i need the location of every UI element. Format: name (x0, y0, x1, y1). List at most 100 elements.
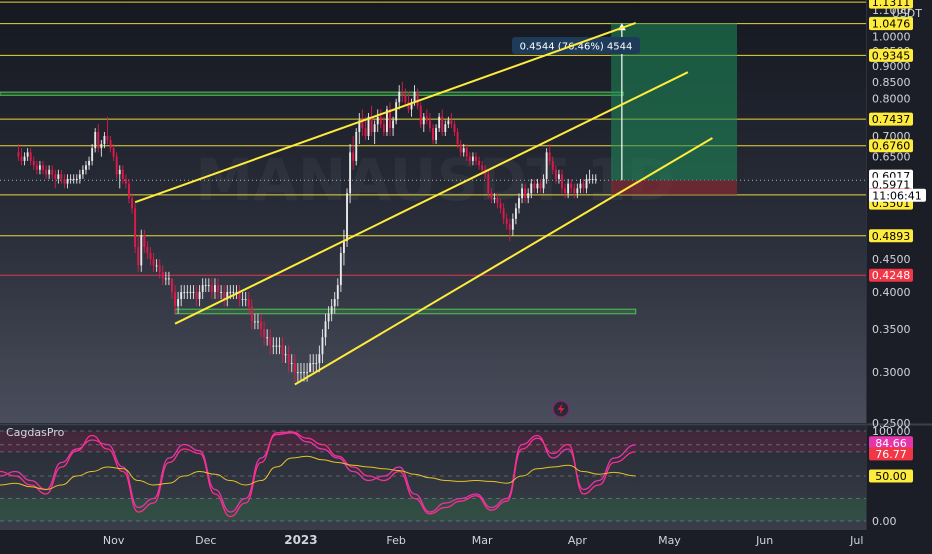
candle-body (336, 285, 339, 300)
candle-body (551, 160, 554, 170)
candle-body (579, 183, 582, 189)
candle-body (63, 178, 66, 184)
candle-body (527, 193, 530, 199)
candle-body (376, 116, 379, 125)
candle-body (278, 345, 281, 347)
candle-body (441, 116, 444, 133)
candle-body (425, 116, 428, 121)
candle-body (152, 259, 155, 266)
candle-body (134, 208, 137, 248)
candle-body (475, 156, 477, 161)
candle-body (174, 291, 176, 307)
candle-body (453, 124, 456, 133)
candle-body (75, 178, 78, 180)
candle-body (545, 152, 548, 179)
price-tick: 0.4500 (872, 253, 911, 266)
candle-body (594, 178, 597, 180)
candle-body (171, 278, 173, 292)
candle-body (585, 178, 588, 189)
candle-body (45, 169, 48, 175)
candle-body (210, 285, 213, 292)
support-zone[interactable] (0, 91, 624, 96)
candle-body (465, 148, 468, 157)
candle-body (450, 120, 453, 125)
badge-text: 0.7437 (872, 113, 911, 126)
candle-body (253, 321, 256, 323)
candle-body (330, 306, 333, 314)
candle-body (422, 116, 425, 125)
price-tick: 0.8000 (872, 93, 911, 106)
candle-body (324, 321, 327, 338)
badge-text: 0.4248 (872, 269, 911, 282)
chart-canvas[interactable]: MANAUSDT 1D 0.4544 (76.46%) 4544 1.10001… (0, 0, 932, 550)
candle-body (207, 285, 210, 287)
candle-body (100, 144, 103, 149)
candle-body (29, 152, 32, 161)
lightning-icon[interactable] (552, 400, 570, 418)
candle-body (392, 120, 395, 129)
candle-body (444, 124, 447, 133)
candle-body (146, 247, 149, 254)
candle-body (315, 363, 318, 365)
price-tick: 0.4000 (872, 286, 911, 299)
time-label: 2023 (284, 533, 317, 547)
badge-text: 0.9345 (872, 49, 911, 62)
support-zone[interactable] (174, 308, 637, 315)
candle-body (60, 174, 63, 179)
candle-body (478, 160, 481, 166)
candle-body (333, 299, 336, 307)
candle-body (103, 135, 106, 145)
candle-body (554, 169, 557, 179)
candle-body (511, 218, 514, 230)
candle-body (164, 278, 167, 280)
candle-body (456, 132, 459, 145)
badge-text: 76.77 (875, 448, 907, 461)
candle-body (269, 337, 272, 346)
candle-body (462, 148, 465, 153)
candle-body (588, 178, 591, 180)
currency-label: USDT (892, 7, 923, 20)
time-label: Apr (568, 534, 588, 547)
candle-body (121, 169, 124, 179)
candle-body (94, 132, 97, 149)
trading-chart[interactable]: MANAUSDT 1D 0.4544 (76.46%) 4544 1.1000 1… (0, 0, 932, 550)
candle-body (26, 152, 29, 157)
candle-body (263, 329, 266, 338)
candle-body (557, 174, 560, 179)
candle-body (250, 306, 253, 322)
candle-body (17, 152, 20, 157)
candle-body (198, 291, 201, 300)
candle-body (582, 183, 585, 189)
candle-body (72, 178, 75, 180)
candle-body (303, 372, 305, 374)
candle-body (290, 363, 293, 365)
time-label: Jul (849, 534, 863, 547)
candle-body (539, 183, 542, 189)
candle-body (155, 265, 158, 267)
candle-body (217, 285, 219, 292)
candle-body (312, 363, 315, 365)
candle-body (352, 152, 355, 161)
countdown-text: 11:06:41 (872, 189, 921, 202)
candle-body (23, 156, 26, 161)
candle-body (306, 372, 309, 374)
candle-body (257, 321, 259, 323)
candle-body (536, 183, 539, 189)
candle-body (167, 278, 170, 280)
candle-body (364, 128, 367, 136)
badge-text: 50.00 (875, 470, 907, 483)
candle-body (220, 291, 223, 293)
candle-body (186, 291, 189, 293)
candle-body (232, 291, 235, 293)
candle-body (591, 178, 594, 180)
candle-body (382, 124, 385, 133)
candle-body (404, 95, 407, 103)
candle-body (518, 198, 520, 209)
candle-body (192, 291, 195, 293)
candle-body (109, 139, 112, 149)
candle-body (88, 160, 91, 166)
price-tick: 1.0000 (872, 31, 911, 44)
candle-body (284, 354, 287, 356)
price-tick: 0.8500 (872, 76, 911, 89)
candle-body (20, 156, 23, 161)
